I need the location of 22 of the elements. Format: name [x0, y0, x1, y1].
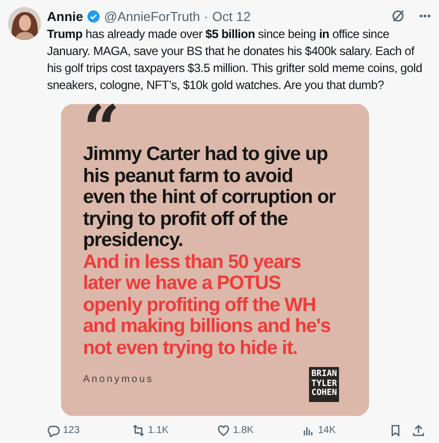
slashed-circle-icon[interactable] [391, 9, 405, 23]
tweet-text: Trump has already made over $5 billion since being in office since January. MAGA, save your BS that he donates his $400k salary. Each of his golf trips cost taxpayers $3.5 million. This grifter sold meme coins, gold sneakers, cologne, NFT’s, $10k gold watches. Are you that dumb? [47, 26, 424, 94]
like-button[interactable]: 1.8K [217, 424, 302, 437]
reply-button[interactable]: 123 [47, 424, 132, 437]
quote-author: Anonymous [83, 374, 154, 385]
bookmark-icon[interactable] [389, 424, 402, 437]
views-button[interactable]: 14K [302, 424, 387, 437]
author-name[interactable]: Annie [47, 8, 84, 24]
share-icon[interactable] [412, 424, 425, 437]
separator-dot: · [204, 8, 208, 24]
brand-logo: BRIAN TYLER COHEN [309, 367, 339, 402]
tweet-time[interactable]: Oct 12 [212, 8, 251, 24]
like-icon [217, 424, 230, 437]
retweet-icon [132, 424, 145, 437]
author-handle[interactable]: @AnnieForTruth [104, 8, 200, 24]
more-icon[interactable] [419, 14, 431, 18]
quote-text: And in less than 50 years later we have a POTUS openly profiting off the WH and making billions and he's not even trying to hide it. [83, 252, 332, 359]
reply-icon [47, 424, 60, 437]
quote-text: Jimmy Carter had to give up his peanut farm to avoid even the hint of corruption or trying to profit off of the presidency. [83, 144, 337, 252]
quote-card[interactable] [61, 104, 369, 416]
avatar[interactable] [8, 7, 41, 40]
retweet-button[interactable]: 1.1K [132, 424, 217, 437]
